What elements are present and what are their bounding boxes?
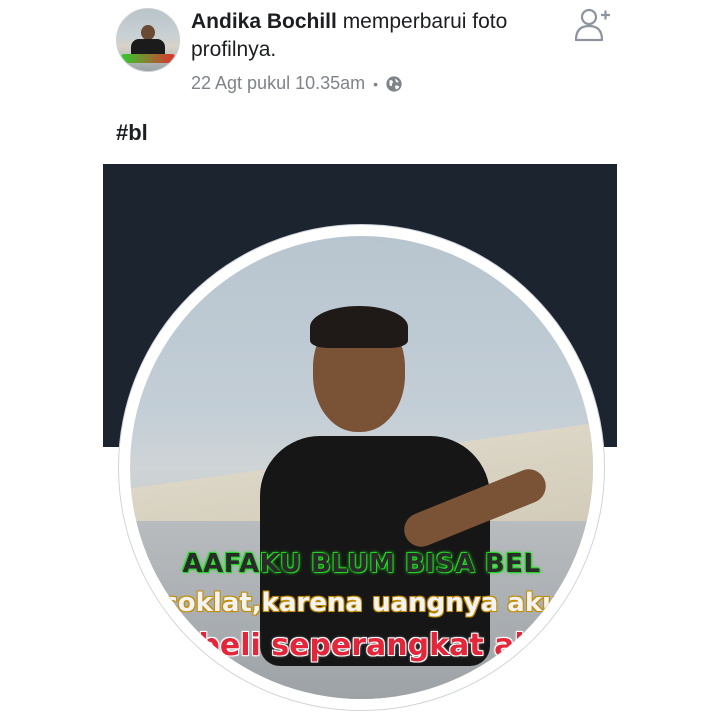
author-name-link[interactable]: Andika Bochill xyxy=(191,10,337,33)
post-timestamp[interactable]: 22 Agt pukul 10.35am xyxy=(191,73,365,94)
post-header: Andika Bochill memperbarui foto profilny… xyxy=(191,8,551,64)
globe-icon[interactable] xyxy=(385,75,403,93)
photo-person-hair xyxy=(310,306,408,348)
author-avatar[interactable] xyxy=(116,8,180,72)
add-friend-icon[interactable] xyxy=(572,6,612,42)
profile-photo[interactable]: AAFAKU BLUM BISA BEL coklat,karena uangn… xyxy=(119,225,604,710)
meta-separator: • xyxy=(373,75,379,92)
avatar-caption-strip xyxy=(121,54,175,63)
photo-caption-line-1: AAFAKU BLUM BISA BEL xyxy=(182,549,541,579)
photo-caption-line-2: coklat,karena uangnya aku xyxy=(162,588,561,618)
profile-photo-image: AAFAKU BLUM BISA BEL coklat,karena uangn… xyxy=(130,236,593,699)
photo-caption-line-3: beli seperangkat al xyxy=(198,628,525,663)
post-hashtag[interactable]: #bl xyxy=(116,120,148,146)
post-meta: 22 Agt pukul 10.35am • xyxy=(191,73,403,94)
avatar-head xyxy=(141,25,155,40)
